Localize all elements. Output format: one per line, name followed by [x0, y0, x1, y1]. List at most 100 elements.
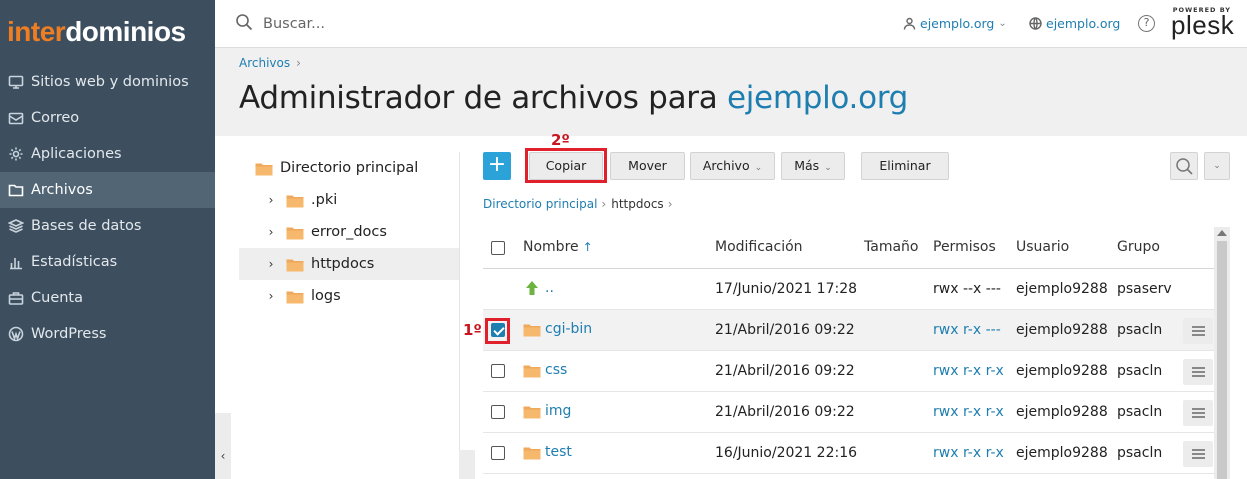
- account-label: ejemplo.org: [920, 16, 995, 31]
- breadcrumb-separator: ›: [296, 56, 301, 70]
- chevron-right-icon[interactable]: ›: [264, 225, 278, 239]
- parent-dir-link[interactable]: ..: [545, 280, 554, 296]
- search-toggle-button[interactable]: [1170, 152, 1198, 180]
- table-row[interactable]: test 16/Junio/2021 22:16 rwx r-x r-x eje…: [483, 433, 1214, 474]
- sidebar-item-label: Estadísticas: [31, 254, 118, 270]
- move-button[interactable]: Mover: [610, 152, 685, 180]
- sidebar-item-wordpress[interactable]: WordPress: [0, 316, 215, 352]
- column-permissions-header[interactable]: Permisos: [933, 239, 996, 255]
- search-input[interactable]: [263, 12, 563, 36]
- layers-icon: [7, 217, 25, 235]
- scroll-up-arrow-icon[interactable]: [1217, 230, 1227, 236]
- help-icon[interactable]: ?: [1138, 15, 1155, 32]
- tree-item-httpdocs[interactable]: › httpdocs: [239, 248, 459, 280]
- tree-root[interactable]: Directorio principal: [239, 152, 459, 184]
- search-options-dropdown[interactable]: ⌄: [1204, 152, 1230, 180]
- folder-icon: [286, 194, 304, 207]
- page-header: Archivos › Administrador de archivos para…: [215, 48, 1247, 136]
- sidebar-item-mail[interactable]: Correo: [0, 100, 215, 136]
- chevron-right-icon[interactable]: ›: [264, 257, 278, 271]
- logo-part-dominios: dominios: [65, 16, 186, 47]
- column-group-header[interactable]: Grupo: [1117, 239, 1160, 255]
- more-menu-label: Más: [794, 158, 820, 173]
- table-row[interactable]: .. 17/Junio/2021 17:28 rwx --x --- ejemp…: [483, 269, 1214, 310]
- more-menu-button[interactable]: Más ⌄: [781, 152, 845, 180]
- sidebar-item-databases[interactable]: Bases de datos: [0, 208, 215, 244]
- breadcrumb-archivos[interactable]: Archivos: [239, 56, 290, 70]
- chevron-down-icon: ⌄: [824, 163, 832, 173]
- permissions-link[interactable]: rwx r-x ---: [933, 322, 1001, 338]
- plesk-wordmark: plesk: [1171, 10, 1235, 40]
- column-name-label: Nombre: [523, 239, 579, 255]
- sidebar-item-files[interactable]: Archivos: [0, 172, 215, 208]
- row-menu-button[interactable]: [1183, 400, 1213, 426]
- copy-highlight-box: [525, 148, 607, 183]
- tree-item-logs[interactable]: › logs: [239, 280, 459, 312]
- group-cell: psaserv: [1117, 281, 1172, 297]
- sidebar-item-websites[interactable]: Sitios web y dominios: [0, 64, 215, 100]
- row-menu-button[interactable]: [1183, 359, 1213, 385]
- permissions-link[interactable]: rwx r-x r-x: [933, 445, 1004, 461]
- chevron-right-icon[interactable]: ›: [264, 289, 278, 303]
- folder-icon: [523, 446, 541, 459]
- file-menu-button[interactable]: Archivo ⌄: [690, 152, 775, 180]
- sidebar-item-statistics[interactable]: Estadísticas: [0, 244, 215, 280]
- tree-item-pki[interactable]: › .pki: [239, 184, 459, 216]
- name-cell: ..: [523, 280, 554, 296]
- file-name-link[interactable]: css: [545, 362, 567, 378]
- row-checkbox[interactable]: [491, 405, 505, 419]
- table-row[interactable]: cgi-bin 21/Abril/2016 09:22 rwx r-x --- …: [483, 310, 1214, 351]
- path-separator: ›: [601, 197, 607, 211]
- row-menu-button[interactable]: [1183, 441, 1213, 467]
- modified-cell: 16/Junio/2021 22:16: [715, 445, 858, 461]
- sidebar-item-label: Sitios web y dominios: [31, 74, 189, 90]
- user-cell: ejemplo9288: [1016, 445, 1108, 461]
- folder-icon: [255, 162, 273, 175]
- tree-scrollbar[interactable]: [459, 450, 475, 479]
- monitor-icon: [7, 73, 25, 91]
- user-cell: ejemplo9288: [1016, 281, 1108, 297]
- permissions-link[interactable]: rwx r-x r-x: [933, 404, 1004, 420]
- column-modified-header[interactable]: Modificación: [715, 239, 803, 255]
- folder-icon: [286, 226, 304, 239]
- column-user-header[interactable]: Usuario: [1016, 239, 1069, 255]
- path-root-link[interactable]: Directorio principal: [483, 197, 597, 211]
- collapse-sidebar-handle[interactable]: ‹: [215, 413, 231, 479]
- column-size-header[interactable]: Tamaño: [864, 239, 918, 255]
- sidebar-item-label: Archivos: [31, 182, 93, 198]
- table-scrollbar[interactable]: [1214, 227, 1230, 479]
- permissions-link[interactable]: rwx r-x r-x: [933, 363, 1004, 379]
- row-menu-button[interactable]: [1183, 318, 1213, 344]
- file-menu-label: Archivo: [702, 158, 750, 173]
- column-name-header[interactable]: Nombre ↑: [523, 239, 593, 255]
- folder-icon: [7, 181, 25, 199]
- folder-icon: [523, 364, 541, 377]
- name-cell: css: [523, 362, 567, 378]
- chevron-right-icon[interactable]: ›: [264, 193, 278, 207]
- search-icon: [235, 13, 253, 35]
- top-bar: ejemplo.org ⌄ ejemplo.org ? POWERED BY p…: [215, 0, 1247, 48]
- brand-logo[interactable]: interdominios: [0, 0, 215, 64]
- tree-item-error-docs[interactable]: › error_docs: [239, 216, 459, 248]
- table-row[interactable]: img 21/Abril/2016 09:22 rwx r-x r-x ejem…: [483, 392, 1214, 433]
- select-all-checkbox[interactable]: [491, 241, 505, 255]
- row-checkbox[interactable]: [491, 364, 505, 378]
- account-menu[interactable]: ejemplo.org ⌄: [903, 16, 1007, 31]
- file-name-link[interactable]: test: [545, 444, 572, 460]
- sidebar-item-label: Bases de datos: [31, 218, 142, 234]
- scrollbar-thumb[interactable]: [1217, 241, 1227, 479]
- page-title-domain-link[interactable]: ejemplo.org: [727, 80, 908, 116]
- file-name-link[interactable]: img: [545, 403, 571, 419]
- sidebar-item-account[interactable]: Cuenta: [0, 280, 215, 316]
- globe-icon: [1029, 17, 1042, 30]
- table-row[interactable]: css 21/Abril/2016 09:22 rwx r-x r-x ejem…: [483, 351, 1214, 392]
- sidebar-item-applications[interactable]: Aplicaciones: [0, 136, 215, 172]
- domain-link[interactable]: ejemplo.org: [1029, 16, 1120, 31]
- delete-button[interactable]: Eliminar: [861, 152, 949, 180]
- add-button[interactable]: +: [483, 152, 511, 180]
- user-icon: [903, 17, 916, 30]
- row-checkbox[interactable]: [491, 446, 505, 460]
- name-cell: cgi-bin: [523, 321, 592, 337]
- user-cell: ejemplo9288: [1016, 404, 1108, 420]
- file-name-link[interactable]: cgi-bin: [545, 321, 592, 337]
